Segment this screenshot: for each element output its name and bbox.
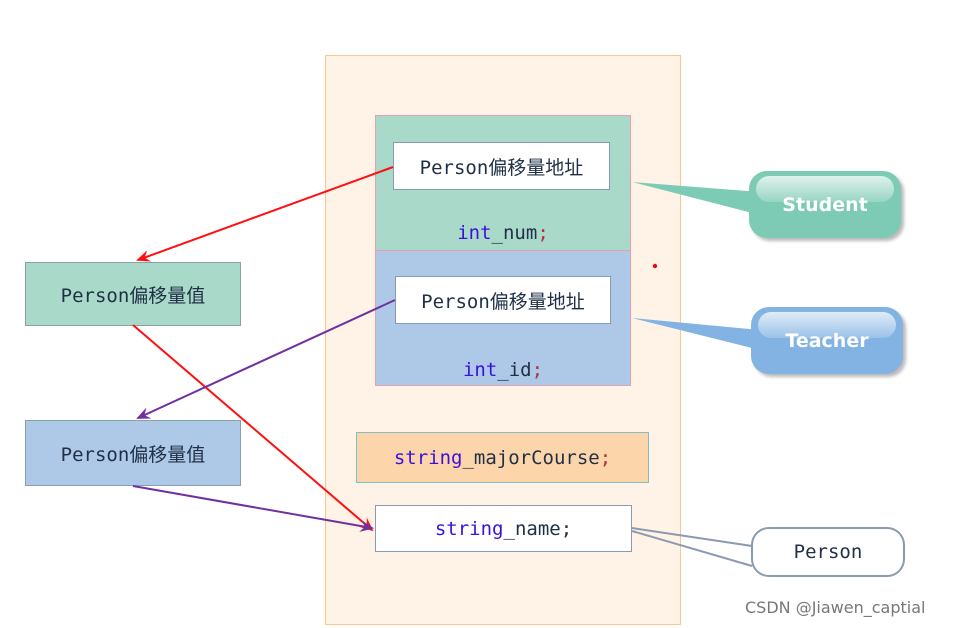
teacher-callout: Teacher	[751, 307, 903, 374]
person-label: Person	[793, 541, 863, 563]
diagram: Person偏移量地址 int _num; Person偏移量地址 int _i…	[0, 0, 958, 628]
student-label: Student	[782, 193, 868, 216]
purple-arrow-to-offset-table	[136, 299, 396, 419]
student-callout: Student	[749, 171, 901, 238]
person-callout: Person	[751, 527, 905, 577]
teacher-label: Teacher	[785, 329, 869, 352]
purple-arrow-to-name	[132, 485, 374, 532]
student-callout-tail	[632, 182, 760, 215]
red-dot	[652, 263, 658, 269]
red-arrow-to-offset-table	[136, 166, 394, 262]
teacher-callout-tail	[632, 318, 760, 350]
watermark: CSDN @Jiawen_captial	[745, 598, 926, 617]
red-arrow-to-name	[132, 324, 374, 532]
